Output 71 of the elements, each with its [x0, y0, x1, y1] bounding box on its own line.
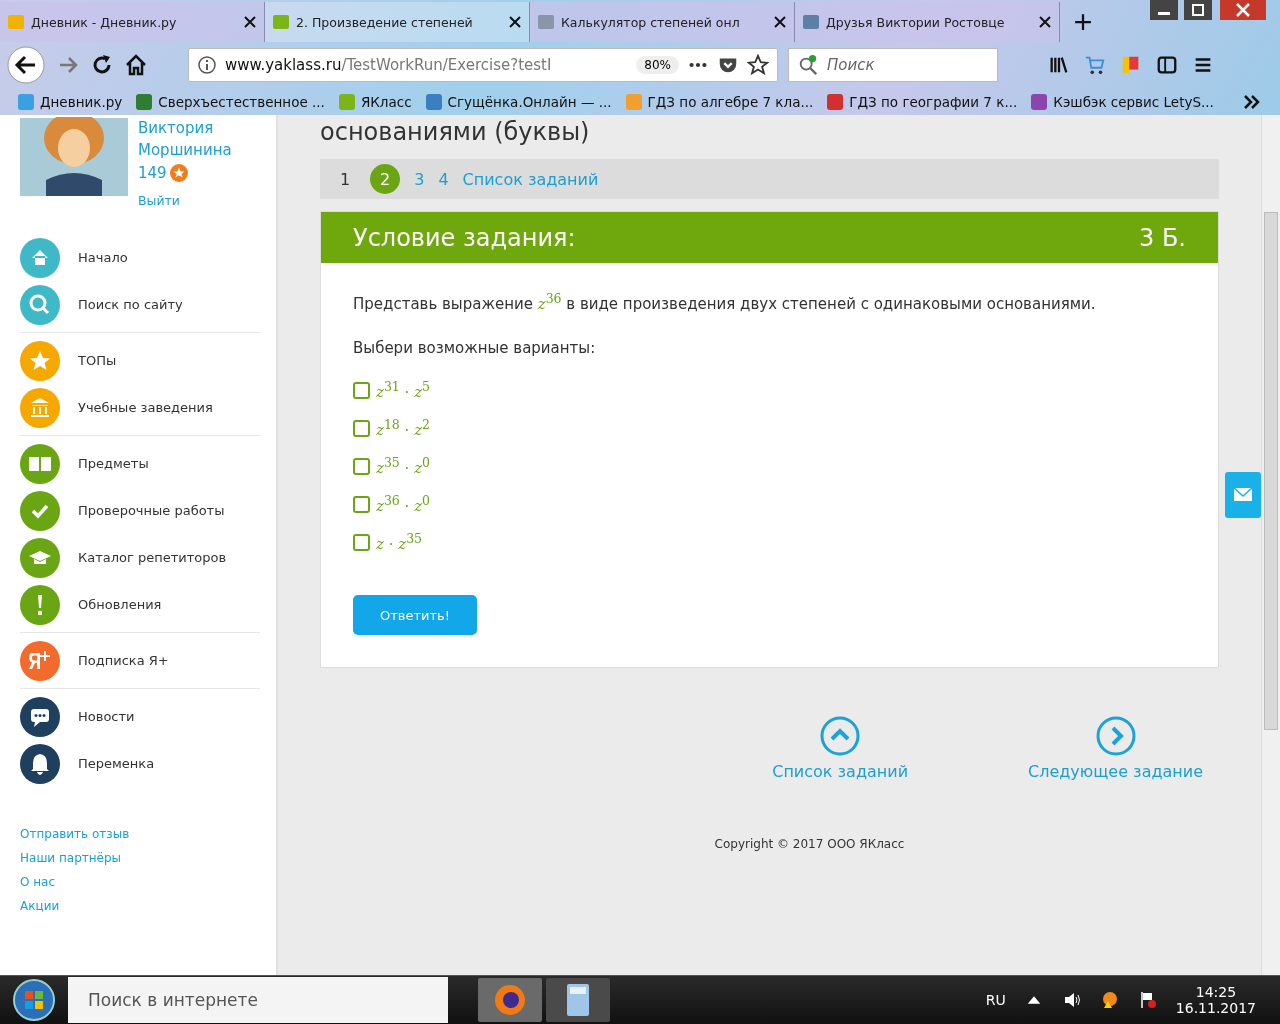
clock-time: 14:25: [1195, 984, 1237, 1000]
scrollbar[interactable]: [1261, 115, 1280, 975]
menu-item[interactable]: Проверочные работы: [20, 487, 260, 534]
language-indicator[interactable]: RU: [985, 992, 1006, 1008]
tab-title: Друзья Виктории Ростовце: [826, 14, 1006, 30]
search-field[interactable]: Поиск: [788, 48, 998, 82]
tab-title: Дневник - Дневник.ру: [31, 14, 178, 30]
firefox-icon[interactable]: [478, 978, 542, 1022]
library-icon[interactable]: [1048, 54, 1070, 76]
start-button-icon[interactable]: [12, 978, 56, 1022]
menu-item[interactable]: Каталог репетиторов: [20, 534, 260, 581]
tab-title: 2. Произведение степеней: [296, 14, 474, 30]
browser-tab[interactable]: 2. Произведение степеней: [265, 2, 530, 42]
option-label: z$^{35}$ · z$^{0}$: [376, 455, 430, 477]
bookmark[interactable]: ГДЗ по географии 7 к...: [827, 93, 1018, 110]
menu-item[interactable]: Переменка: [20, 740, 260, 787]
search-icon: [797, 54, 819, 76]
task-score: 3 Б.: [1139, 223, 1186, 252]
copyright-text: Copyright © 2017 ООО ЯКласс: [713, 837, 906, 851]
close-icon[interactable]: [509, 16, 521, 28]
bookmark[interactable]: Сверхъестественное ...: [136, 93, 325, 110]
cart-icon[interactable]: [1084, 54, 1106, 76]
maximize-icon[interactable]: [1182, 0, 1214, 20]
address-bar[interactable]: www.yaklass.ru/TestWorkRun/Exercise?testI 80%: [188, 48, 778, 82]
task-statement: Представь выражение z$^{36}$ в виде произведения двух степеней с одинаковыми основаниями.: [353, 291, 1097, 313]
points-count: 149: [138, 163, 167, 184]
option-label: z$^{31}$ · z$^{5}$: [376, 379, 430, 401]
bookmark[interactable]: ГДЗ по алгебре 7 кла...: [625, 93, 814, 110]
web-search-field[interactable]: Поиск в интернете: [68, 977, 448, 1023]
checkbox[interactable]: [353, 495, 370, 513]
close-icon[interactable]: [1039, 16, 1051, 28]
menu-item[interactable]: Начало: [20, 234, 260, 281]
bookmark[interactable]: ЯКласс: [338, 93, 412, 110]
browser-tab[interactable]: Калькулятор степеней онл: [530, 2, 795, 42]
checkbox[interactable]: [353, 381, 370, 399]
menu-item[interactable]: Подписка Я+: [20, 637, 260, 684]
task-header-title: Условие задания:: [353, 223, 576, 252]
close-icon[interactable]: [244, 16, 256, 28]
page-title: основаниями (буквы): [320, 117, 591, 147]
menu-item[interactable]: Учебные заведения: [20, 384, 260, 431]
close-icon[interactable]: [774, 16, 786, 28]
url-text: www.yaklass.ru/TestWorkRun/Exercise?testI: [225, 56, 553, 74]
star-icon[interactable]: [747, 54, 769, 76]
zoom-badge[interactable]: 80%: [636, 56, 679, 74]
tab-title: Калькулятор степеней онл: [561, 14, 741, 30]
home-icon[interactable]: [124, 53, 148, 77]
bookmark[interactable]: Кэшбэк сервис LetyS...: [1031, 93, 1214, 110]
menu-item[interactable]: Предметы: [20, 440, 260, 487]
menu-item[interactable]: Поиск по сайту: [20, 281, 260, 328]
page-number[interactable]: 1: [334, 169, 357, 189]
clock-date: 16.11.2017: [1175, 1000, 1256, 1016]
option-label: z$^{18}$ · z$^{2}$: [376, 417, 430, 439]
sidebar-icon[interactable]: [1156, 54, 1178, 76]
minimize-icon[interactable]: [1148, 0, 1180, 20]
browser-tab[interactable]: Дневник - Дневник.ру: [0, 2, 265, 42]
task-prompt: Выбери возможные варианты:: [353, 339, 597, 357]
option-label: z · z$^{35}$: [376, 531, 423, 553]
checkbox[interactable]: [353, 419, 370, 437]
checkbox[interactable]: [353, 457, 370, 475]
menu-item[interactable]: Новости: [20, 693, 260, 740]
checkbox[interactable]: [353, 533, 370, 551]
menu-item[interactable]: ТОПы: [20, 337, 260, 384]
browser-tab[interactable]: Друзья Виктории Ростовце: [795, 2, 1060, 42]
back-icon[interactable]: [6, 45, 46, 85]
calculator-icon[interactable]: [546, 978, 610, 1022]
menu-item[interactable]: Обновления: [20, 581, 260, 628]
option-label: z$^{36}$ · z$^{0}$: [376, 493, 430, 515]
bookmark[interactable]: Дневник.ру: [18, 93, 123, 110]
info-icon: [197, 55, 217, 75]
bookmark[interactable]: Сгущёнка.Онлайн — ...: [425, 93, 612, 110]
new-tab-icon[interactable]: [1074, 13, 1092, 31]
